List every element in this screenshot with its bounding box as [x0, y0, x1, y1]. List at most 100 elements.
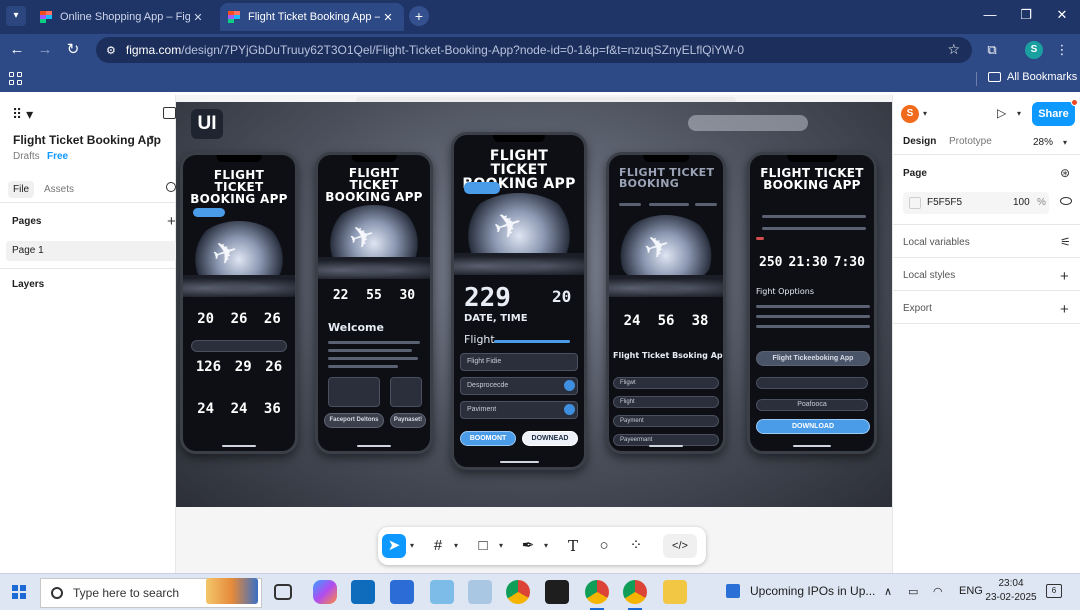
tab-design[interactable]: Design — [903, 136, 936, 147]
phone-pill-button — [464, 182, 500, 194]
chrome-icon[interactable] — [506, 580, 530, 604]
restore-button[interactable]: ❐ — [1008, 0, 1044, 30]
add-export-icon[interactable]: + — [1060, 302, 1069, 317]
export-section: Export + — [893, 291, 1080, 324]
address-bar[interactable]: ⚙ figma.com /design/7PYjGbDuTruuy62T3O1Q… — [96, 37, 972, 63]
styles-icon[interactable]: ⊛ — [1060, 166, 1070, 180]
microsoft-store-icon[interactable] — [390, 580, 414, 604]
site-info-icon[interactable]: ⚙ — [106, 44, 116, 57]
figma-canvas[interactable]: UI FLIGHT TICKET BOOKING APP ✈ 20 26 26 … — [176, 95, 892, 573]
phone-notch — [351, 155, 397, 162]
notification-center-icon[interactable]: 6 — [1046, 584, 1062, 598]
outlook-icon[interactable] — [351, 580, 375, 604]
search-highlight-image[interactable] — [206, 578, 258, 604]
tab-close-icon[interactable]: ✕ — [190, 11, 206, 24]
phone-heading: Flight Ticket Bsoking App — [613, 351, 726, 360]
file-name[interactable]: Flight Ticket Booking App — [13, 133, 161, 147]
battery-icon[interactable]: ▭ — [908, 585, 918, 598]
chevron-down-icon[interactable]: ▾ — [544, 541, 548, 550]
clock[interactable]: 23:04 23-02-2025 — [985, 577, 1037, 605]
back-arrow-icon[interactable]: ← — [6, 39, 28, 61]
chrome-profile-icon[interactable] — [623, 580, 647, 604]
reload-icon[interactable]: ↻ — [62, 39, 84, 61]
browser-menu-icon[interactable]: ⋮ — [1051, 39, 1073, 61]
extensions-icon[interactable]: ⧉ — [981, 39, 1003, 61]
zoom-level[interactable]: 28% — [1033, 137, 1053, 148]
phone-pill-button — [193, 208, 225, 217]
tab-close-icon[interactable]: ✕ — [380, 11, 396, 24]
export-label: Export — [903, 303, 932, 314]
chevron-down-icon[interactable]: ▾ — [454, 541, 458, 550]
language-indicator[interactable]: ENG — [959, 585, 983, 597]
profile-avatar[interactable]: S — [1025, 41, 1043, 59]
file-explorer-icon[interactable] — [663, 580, 687, 604]
wifi-icon[interactable]: ◠ — [933, 585, 943, 598]
home-indicator — [499, 461, 539, 463]
tab-title: Online Shopping App – Figma — [60, 11, 190, 23]
share-button[interactable]: Share — [1032, 102, 1075, 126]
add-page-icon[interactable]: + — [167, 214, 176, 229]
chevron-down-icon[interactable]: ▾ — [1017, 109, 1021, 118]
terminal-icon[interactable] — [545, 580, 569, 604]
dev-mode-toggle-icon[interactable]: </> — [663, 534, 697, 558]
user-avatar[interactable]: S — [901, 105, 919, 123]
forward-arrow-icon[interactable]: → — [34, 39, 56, 61]
tab-prototype[interactable]: Prototype — [949, 136, 992, 147]
chevron-down-icon[interactable]: ▾ — [1063, 138, 1067, 147]
copilot-icon[interactable] — [313, 580, 337, 604]
present-play-icon[interactable]: ▷ — [997, 106, 1006, 120]
variables-sliders-icon[interactable]: ⚟ — [1060, 235, 1071, 249]
chevron-down-icon[interactable]: ▾ — [923, 109, 927, 118]
phone-card — [328, 377, 380, 407]
local-variables-label[interactable]: Local variables — [903, 237, 970, 248]
show-hidden-icons-chevron-icon[interactable]: ∧ — [884, 585, 892, 598]
tab-file[interactable]: File — [8, 181, 35, 198]
rectangle-tool-icon[interactable]: □ — [471, 534, 495, 558]
news-widget[interactable]: Upcoming IPOs in Up... — [750, 584, 875, 598]
comment-tool-icon[interactable]: ○ — [592, 534, 616, 558]
url-host: figma.com — [125, 43, 182, 57]
close-window-button[interactable]: ✕ — [1044, 0, 1080, 30]
file-menu-chevron-icon[interactable]: ▾ — [149, 133, 154, 144]
drafts-link[interactable]: Drafts — [13, 151, 40, 162]
frame-tool-icon[interactable]: # — [426, 534, 450, 558]
notes-app-icon[interactable] — [468, 580, 492, 604]
tab-flight-ticket-booking-app[interactable]: Flight Ticket Booking App – Fig ✕ — [220, 3, 404, 31]
chevron-down-icon[interactable]: ▾ — [410, 541, 414, 550]
task-view-icon[interactable] — [274, 584, 292, 600]
apps-grid-icon[interactable] — [9, 72, 22, 85]
color-swatch[interactable] — [909, 197, 921, 209]
search-icon[interactable] — [166, 182, 176, 192]
chevron-down-icon[interactable]: ▾ — [499, 541, 503, 550]
stat-value: 26 — [230, 311, 248, 327]
tab-search-menu-icon[interactable]: ▾ — [6, 6, 26, 26]
text-line — [762, 227, 866, 230]
all-bookmarks-button[interactable]: All Bookmarks — [988, 71, 1077, 83]
bookmark-star-icon[interactable]: ☆ — [947, 41, 960, 58]
home-indicator — [357, 445, 391, 447]
phone-row: Poafooca — [756, 399, 868, 411]
phone-clouds — [609, 275, 723, 297]
actions-tool-icon[interactable]: ⁘ — [624, 534, 648, 558]
design-image-frame[interactable]: UI FLIGHT TICKET BOOKING APP ✈ 20 26 26 … — [176, 102, 892, 507]
visibility-eye-icon[interactable] — [1060, 197, 1072, 205]
minimize-button[interactable]: — — [972, 0, 1008, 30]
page-color-hex[interactable]: F5F5F5 — [927, 197, 962, 208]
add-style-icon[interactable]: + — [1060, 269, 1069, 284]
page-color-field[interactable]: F5F5F5 100 % — [903, 192, 1049, 214]
move-tool-icon[interactable]: ➤ — [382, 534, 406, 558]
page-list-item[interactable]: Page 1 — [6, 241, 176, 261]
chrome-profile-icon[interactable] — [585, 580, 609, 604]
stat-value: 24 — [197, 401, 215, 417]
laptop-app-icon[interactable] — [430, 580, 454, 604]
phone-mockup-4: FLIGHT TICKET BOOKING ✈ 24 56 38 Flight … — [606, 152, 726, 454]
tab-online-shopping-app[interactable]: Online Shopping App – Figma ✕ — [32, 3, 214, 31]
new-tab-button[interactable]: + — [409, 6, 429, 26]
tab-assets[interactable]: Assets — [39, 181, 79, 198]
page-opacity[interactable]: 100 — [1013, 197, 1030, 208]
text-tool-icon[interactable]: T — [561, 534, 585, 558]
windows-start-icon[interactable] — [12, 585, 26, 599]
pen-tool-icon[interactable]: ✒ — [516, 534, 540, 558]
panel-layout-icon[interactable] — [163, 107, 176, 119]
figma-main-menu-icon[interactable]: ⠿ ▾ — [12, 106, 33, 123]
